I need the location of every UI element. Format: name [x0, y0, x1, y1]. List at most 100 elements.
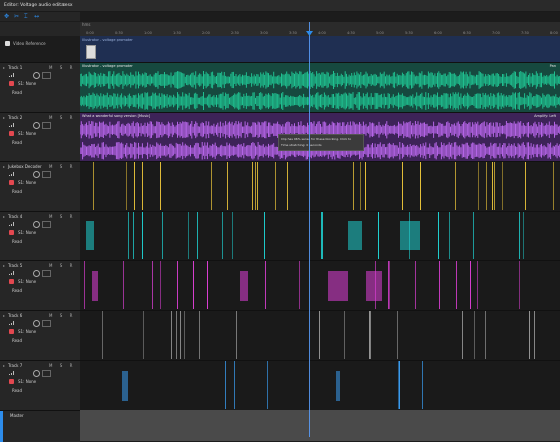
clip-marker[interactable] — [267, 361, 268, 409]
clip-marker[interactable] — [519, 212, 520, 259]
clip-marker[interactable] — [265, 261, 266, 309]
razor-tool-icon[interactable]: ✂ — [14, 13, 19, 20]
clip-marker[interactable] — [236, 311, 237, 359]
clip-marker[interactable] — [389, 261, 390, 309]
track-lane[interactable] — [80, 211, 560, 261]
volume-knob[interactable] — [33, 370, 40, 377]
clip-marker[interactable] — [143, 311, 144, 359]
panel-menu-icon[interactable]: ≡ — [61, 2, 65, 8]
record-arm-button[interactable]: R — [70, 313, 76, 318]
clip-marker[interactable] — [225, 361, 226, 409]
audio-clip-block[interactable] — [92, 271, 98, 301]
solo-button[interactable]: S — [60, 363, 66, 368]
volume-knob[interactable] — [33, 270, 40, 277]
clip-marker[interactable] — [455, 162, 456, 210]
track-lane[interactable] — [80, 260, 560, 311]
clip-marker[interactable] — [264, 212, 265, 259]
solo-button[interactable]: S — [60, 313, 66, 318]
clip-marker[interactable] — [197, 212, 198, 259]
track-header[interactable]: ▸ Track 2 M S R S1: None Read — [0, 112, 80, 162]
clip-marker[interactable] — [474, 311, 475, 359]
mute-button[interactable]: M — [49, 214, 55, 219]
audio-clip[interactable]: Illustrator - voltage promoter Pan — [80, 63, 560, 113]
clip-marker[interactable] — [123, 261, 124, 309]
input-select[interactable]: S1: None — [18, 131, 36, 136]
clip-marker[interactable] — [232, 212, 233, 259]
audio-clip-block[interactable] — [366, 271, 382, 301]
clip-marker[interactable] — [449, 212, 450, 259]
slip-tool-icon[interactable]: ↔ — [34, 13, 39, 20]
clip-marker[interactable] — [438, 212, 439, 259]
clip-marker[interactable] — [184, 311, 185, 359]
clip-marker[interactable] — [415, 261, 416, 309]
mute-solo-record-buttons[interactable]: M S R — [49, 65, 75, 70]
clip-marker[interactable] — [188, 212, 189, 259]
clip-marker[interactable] — [199, 311, 200, 359]
mute-button[interactable]: M — [49, 115, 55, 120]
input-select[interactable]: S1: None — [18, 329, 36, 334]
clip-marker[interactable] — [142, 162, 143, 210]
mute-solo-record-buttons[interactable]: M S R — [49, 164, 75, 169]
clip-marker[interactable] — [485, 311, 486, 359]
automation-mode-select[interactable]: Read — [12, 189, 22, 194]
move-tool-icon[interactable]: ✥ — [4, 13, 9, 20]
volume-knob[interactable] — [33, 171, 40, 178]
clip-marker[interactable] — [378, 212, 379, 259]
clip-marker[interactable] — [227, 162, 228, 210]
clip-marker[interactable] — [171, 311, 172, 359]
clip-marker[interactable] — [322, 212, 323, 259]
mute-button[interactable]: M — [49, 263, 55, 268]
clip-marker[interactable] — [321, 212, 322, 259]
clip-marker[interactable] — [397, 311, 398, 359]
clip-marker[interactable] — [370, 311, 371, 359]
clip-marker[interactable] — [353, 162, 354, 210]
time-ruler[interactable]: hms 0:00 0:30 1:00 1:30 2:00 2:30 3:00 3:30 4:00… — [80, 22, 560, 37]
clip-marker[interactable] — [93, 162, 94, 210]
collapse-triangle-icon[interactable]: ▸ — [3, 65, 5, 70]
clip-marker[interactable] — [84, 261, 85, 309]
master-track-lane[interactable] — [80, 410, 560, 441]
clip-marker[interactable] — [402, 162, 403, 210]
mute-button[interactable]: M — [49, 363, 55, 368]
master-track-header[interactable]: Master — [0, 410, 80, 442]
solo-button[interactable]: S — [60, 164, 66, 169]
clip-marker[interactable] — [299, 261, 300, 309]
clip-marker[interactable] — [365, 162, 366, 210]
mute-button[interactable]: M — [49, 164, 55, 169]
volume-value-box[interactable] — [42, 221, 51, 228]
audio-clip-block[interactable] — [86, 221, 94, 250]
clip-marker[interactable] — [211, 162, 212, 210]
clip-marker[interactable] — [399, 361, 400, 409]
clip-marker[interactable] — [529, 311, 530, 359]
clip-marker[interactable] — [494, 162, 495, 210]
volume-value-box[interactable] — [42, 171, 51, 178]
clip-marker[interactable] — [486, 162, 487, 210]
clip-marker[interactable] — [319, 311, 320, 359]
track-name[interactable]: Track 6 — [8, 313, 22, 318]
automation-mode-select[interactable]: Read — [12, 239, 22, 244]
record-arm-button[interactable]: R — [70, 65, 76, 70]
clip-marker[interactable] — [128, 212, 129, 259]
volume-value-box[interactable] — [42, 270, 51, 277]
input-select[interactable]: S1: None — [18, 230, 36, 235]
input-select[interactable]: S1: None — [18, 81, 36, 86]
clip-marker[interactable] — [152, 261, 153, 309]
record-arm-button[interactable]: R — [70, 214, 76, 219]
audio-clip-block[interactable] — [336, 371, 340, 401]
track-header[interactable]: ▸ Track 5 M S R S1: None Read — [0, 260, 80, 311]
clip-marker[interactable] — [193, 261, 194, 309]
clip-marker[interactable] — [420, 162, 421, 210]
track-name[interactable]: Track 2 — [8, 115, 22, 120]
solo-button[interactable]: S — [60, 115, 66, 120]
video-reference-checkbox[interactable] — [5, 41, 10, 46]
clip-marker[interactable] — [492, 162, 493, 210]
track-name[interactable]: Jukebox Decoder — [8, 164, 42, 169]
record-arm-button[interactable]: R — [70, 164, 76, 169]
clip-marker[interactable] — [142, 212, 143, 259]
track-name[interactable]: Track 7 — [8, 363, 22, 368]
video-thumbnail[interactable] — [86, 45, 96, 59]
clip-marker[interactable] — [360, 162, 361, 210]
clip-marker[interactable] — [134, 162, 135, 210]
clip-marker[interactable] — [180, 311, 181, 359]
track-name[interactable]: Track 4 — [8, 214, 22, 219]
